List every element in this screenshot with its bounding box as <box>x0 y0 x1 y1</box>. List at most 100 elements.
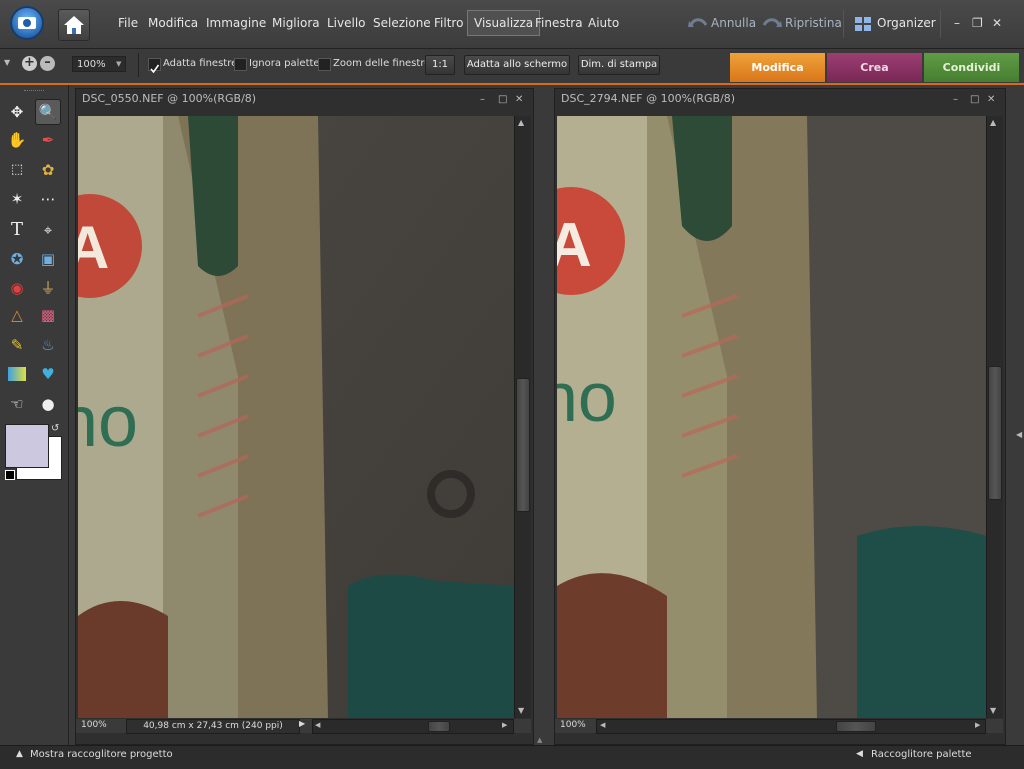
redo-icon <box>762 18 782 27</box>
minimize-app-icon[interactable]: – <box>954 16 960 30</box>
show-project-bin-icon[interactable]: ▲ <box>16 749 23 759</box>
undo-button[interactable]: Annulla <box>711 16 756 30</box>
tab-crea[interactable]: Crea <box>827 53 922 82</box>
document-zoom-readout: 100% <box>81 720 107 730</box>
smudge-tool-icon[interactable]: ☜ <box>5 392 29 416</box>
close-app-icon[interactable]: ✕ <box>992 16 1002 30</box>
restore-app-icon[interactable]: ❐ <box>972 16 983 30</box>
ignore-palettes-checkbox[interactable] <box>234 58 247 71</box>
check-icon <box>150 64 160 74</box>
menu-filtro[interactable]: Filtro <box>434 16 463 30</box>
gradient-tool-icon[interactable] <box>5 362 29 386</box>
scroll-right-icon[interactable]: ▶ <box>502 721 507 729</box>
type-tool-icon[interactable]: T <box>5 218 29 242</box>
close-document-icon[interactable]: ✕ <box>987 94 995 105</box>
hand-tool-icon[interactable]: ✋ <box>5 128 29 152</box>
menu-divider <box>843 10 844 38</box>
menu-aiuto[interactable]: Aiuto <box>588 16 619 30</box>
shape-tool-icon[interactable]: ♥ <box>36 362 60 386</box>
home-button[interactable] <box>58 9 90 41</box>
svg-text:no: no <box>557 358 617 436</box>
document-title: DSC_2794.NEF @ 100%(RGB/8) <box>561 92 736 105</box>
svg-text:no: no <box>78 382 138 462</box>
cookie-cutter-tool-icon[interactable]: ✪ <box>5 247 29 271</box>
zoom-windows-checkbox[interactable] <box>318 58 331 71</box>
magic-wand-tool-icon[interactable]: ✶ <box>5 187 29 211</box>
menu-livello[interactable]: Livello <box>327 16 366 30</box>
clone-stamp-tool-icon[interactable]: △ <box>5 303 29 327</box>
tab-condividi[interactable]: Condividi <box>924 53 1019 82</box>
menu-migliora[interactable]: Migliora <box>272 16 320 30</box>
menu-immagine[interactable]: Immagine <box>206 16 266 30</box>
default-colors-icon[interactable] <box>5 470 15 480</box>
hscrollbar-thumb[interactable] <box>428 721 450 732</box>
show-project-bin-button[interactable]: Mostra raccoglitore progetto <box>30 749 173 760</box>
organizer-button[interactable]: Organizer <box>877 16 936 30</box>
info-menu-arrow-icon[interactable]: ▶ <box>299 719 305 728</box>
sponge-tool-icon[interactable]: ● <box>36 392 60 416</box>
fit-windows-checkbox[interactable] <box>148 58 161 74</box>
paint-bucket-tool-icon[interactable]: ♨ <box>36 333 60 357</box>
zoom-dropdown-icon[interactable]: ▼ <box>116 60 121 68</box>
tab-modifica[interactable]: Modifica <box>730 53 825 82</box>
resize-grip-icon[interactable]: ▲ <box>537 736 542 744</box>
maximize-document-icon[interactable]: □ <box>970 94 979 105</box>
healing-brush-tool-icon[interactable]: ⏚ <box>36 276 60 300</box>
lasso-tool-icon[interactable]: ✿ <box>36 158 60 182</box>
options-menu-arrow-icon[interactable]: ▼ <box>4 58 10 67</box>
document-title: DSC_0550.NEF @ 100%(RGB/8) <box>82 92 257 105</box>
close-document-icon[interactable]: ✕ <box>515 94 523 105</box>
photo-canvas[interactable]: A no <box>78 116 514 718</box>
maximize-document-icon[interactable]: □ <box>498 94 507 105</box>
scroll-up-icon[interactable]: ▲ <box>518 118 524 127</box>
document-zoom-readout: 100% <box>560 720 586 730</box>
scroll-right-icon[interactable]: ▶ <box>975 721 980 729</box>
scrollbar-thumb[interactable] <box>988 366 1002 500</box>
hscrollbar-thumb[interactable] <box>836 721 876 732</box>
straighten-tool-icon[interactable]: ▣ <box>36 247 60 271</box>
foreground-color-swatch[interactable] <box>5 424 49 468</box>
undo-icon <box>688 18 708 27</box>
actual-pixels-button[interactable]: 1:1 <box>425 55 455 75</box>
zoom-tool-icon[interactable]: 🔍 <box>35 99 61 125</box>
fit-screen-button[interactable]: Adatta allo schermo <box>464 55 570 75</box>
scroll-left-icon[interactable]: ◀ <box>600 721 605 729</box>
options-divider <box>138 53 139 77</box>
swap-colors-icon[interactable]: ↺ <box>51 423 59 434</box>
move-tool-icon[interactable]: ✥ <box>5 100 29 124</box>
ignore-palettes-label: Ignora palette <box>249 58 320 69</box>
menu-file[interactable]: File <box>118 16 138 30</box>
menu-finestra[interactable]: Finestra <box>535 16 583 30</box>
redo-button[interactable]: Ripristina <box>785 16 842 30</box>
eraser-tool-icon[interactable]: ▩ <box>36 303 60 327</box>
menu-modifica[interactable]: Modifica <box>148 16 198 30</box>
menu-divider <box>940 10 941 38</box>
scroll-up-icon[interactable]: ▲ <box>990 118 996 127</box>
scroll-down-icon[interactable]: ▼ <box>518 706 524 715</box>
zoom-in-icon[interactable]: + <box>22 56 37 71</box>
marquee-tool-icon[interactable]: ⬚ <box>5 158 29 182</box>
minimize-document-icon[interactable]: – <box>480 94 485 105</box>
scroll-left-icon[interactable]: ◀ <box>315 721 320 729</box>
scroll-down-icon[interactable]: ▼ <box>990 706 996 715</box>
zoom-out-icon[interactable]: – <box>40 56 55 71</box>
menu-visualizza[interactable]: Visualizza <box>467 10 541 36</box>
palette-bin-button[interactable]: Raccoglitore palette <box>871 749 972 760</box>
menu-selezione[interactable]: Selezione <box>373 16 431 30</box>
photo-canvas[interactable]: A no <box>557 116 987 718</box>
document-info: 40,98 cm x 27,43 cm (240 ppi) <box>126 719 300 734</box>
horizontal-scrollbar[interactable] <box>596 719 986 734</box>
app-logo-icon <box>10 6 44 40</box>
palette-bin-collapse-icon[interactable]: ◀ <box>1016 430 1022 439</box>
toolbox-grip[interactable] <box>24 90 44 93</box>
print-size-button[interactable]: Dim. di stampa <box>578 55 660 75</box>
crop-tool-icon[interactable]: ⌖ <box>36 218 60 242</box>
eyedropper-tool-icon[interactable]: ✒ <box>36 128 60 152</box>
palette-bin-icon[interactable]: ◀ <box>856 749 863 759</box>
red-eye-tool-icon[interactable]: ◉ <box>5 276 29 300</box>
horizontal-scrollbar[interactable] <box>312 719 514 734</box>
scrollbar-thumb[interactable] <box>516 378 530 512</box>
quick-selection-tool-icon[interactable]: ⋯ <box>36 187 60 211</box>
brush-tool-icon[interactable]: ✎ <box>5 333 29 357</box>
minimize-document-icon[interactable]: – <box>953 94 958 105</box>
